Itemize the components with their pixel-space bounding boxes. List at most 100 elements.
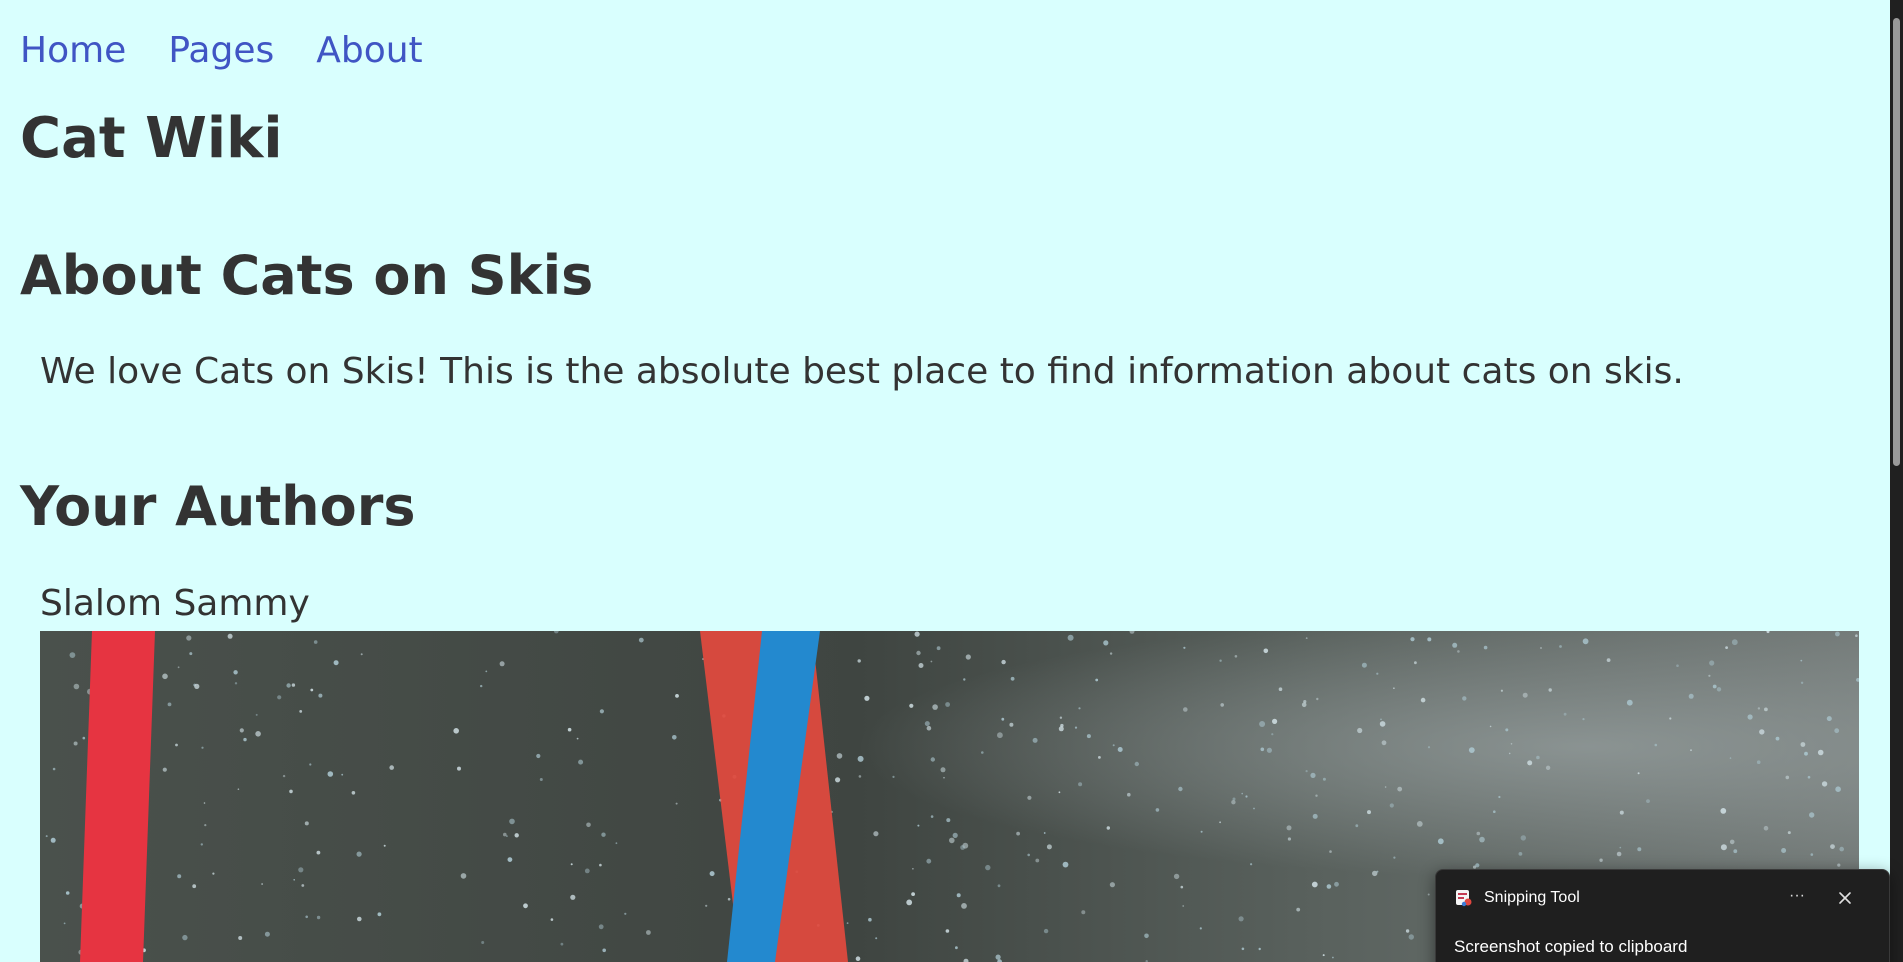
snow-speck: [981, 751, 984, 754]
nav-link-about[interactable]: About: [316, 28, 422, 74]
snow-speck: [1536, 755, 1540, 760]
snow-speck: [239, 728, 244, 733]
snow-speck: [709, 871, 715, 877]
snow-speck: [255, 731, 261, 737]
snow-speck: [1357, 727, 1363, 734]
snow-speck: [186, 635, 192, 641]
snow-speck: [1405, 929, 1410, 933]
snow-speck: [1437, 838, 1444, 845]
more-options-button[interactable]: ···: [1784, 886, 1810, 910]
red-gate-pole-left: [80, 631, 155, 962]
snow-speck: [926, 858, 932, 864]
snow-speck: [1384, 786, 1387, 788]
snow-speck: [1231, 800, 1236, 805]
snow-speck: [1731, 639, 1738, 646]
snow-speck: [1272, 718, 1278, 724]
snow-speck: [293, 879, 295, 881]
snow-speck: [930, 757, 935, 762]
snow-speck: [481, 941, 485, 944]
snow-speck: [460, 873, 467, 879]
snow-speck: [1322, 954, 1325, 957]
snow-speck: [177, 874, 182, 879]
snow-speck: [50, 837, 56, 843]
snow-speck: [1334, 881, 1339, 887]
snow-speck: [1238, 916, 1244, 922]
vertical-scrollbar[interactable]: [1890, 0, 1903, 962]
snow-speck: [1078, 782, 1083, 787]
snow-speck: [932, 704, 938, 710]
snow-speck: [868, 917, 872, 922]
snow-speck: [383, 844, 386, 847]
snow-speck: [1416, 821, 1423, 827]
snipping-tool-notification[interactable]: Snipping Tool ··· Screenshot copied to c…: [1435, 869, 1890, 962]
snow-speck: [1800, 681, 1804, 684]
nav-link-home[interactable]: Home: [20, 28, 126, 74]
snow-speck: [1775, 736, 1780, 741]
snow-speck: [1606, 658, 1611, 662]
snow-speck: [333, 660, 339, 666]
snow-speck: [1117, 747, 1123, 752]
snow-speck: [1109, 652, 1113, 655]
snow-speck: [1835, 631, 1840, 637]
snow-speck: [301, 884, 305, 887]
snow-speck: [453, 728, 460, 734]
snow-speck: [914, 631, 920, 637]
snow-speck: [1708, 674, 1711, 677]
snow-speck: [212, 872, 215, 875]
snow-speck: [1260, 747, 1265, 752]
snow-speck: [356, 851, 362, 857]
snow-speck: [1199, 927, 1202, 930]
snow-speck: [1654, 743, 1658, 747]
snow-speck: [1182, 905, 1185, 907]
snow-speck: [1379, 721, 1386, 727]
snow-speck: [201, 746, 204, 749]
snow-speck: [289, 789, 293, 794]
snow-speck: [1183, 707, 1188, 712]
snow-speck: [985, 864, 991, 871]
snow-speck: [1725, 646, 1728, 649]
nav-link-pages[interactable]: Pages: [168, 28, 274, 74]
site-title: Cat Wiki: [20, 106, 283, 171]
snow-speck: [1468, 747, 1475, 753]
snow-speck: [1688, 693, 1694, 699]
snow-speck: [377, 912, 382, 917]
snow-speck: [1457, 650, 1460, 653]
snow-speck: [1220, 703, 1224, 707]
snow-speck: [1219, 821, 1221, 824]
snow-speck: [963, 678, 966, 681]
snow-speck: [1817, 749, 1824, 756]
snow-speck: [1232, 797, 1236, 801]
snow-speck: [1058, 791, 1061, 794]
snow-speck: [506, 835, 508, 837]
top-navigation: Home Pages About: [20, 28, 423, 74]
snow-speck: [918, 663, 924, 668]
snow-speck: [1804, 751, 1808, 756]
snow-speck: [82, 736, 86, 740]
snow-speck: [1380, 718, 1382, 721]
snow-speck: [586, 822, 591, 828]
snow-speck: [602, 948, 606, 953]
snow-speck: [855, 956, 861, 961]
snow-speck: [1067, 634, 1074, 641]
snow-speck: [1834, 728, 1840, 734]
page-content: Home Pages About Cat Wiki About Cats on …: [0, 0, 1890, 962]
snow-speck: [672, 735, 677, 740]
snow-speck: [955, 946, 958, 950]
snow-speck: [646, 930, 651, 935]
scrollbar-thumb[interactable]: [1893, 18, 1900, 466]
snow-speck: [570, 863, 573, 866]
snow-speck: [1180, 885, 1184, 889]
snow-speck: [1355, 824, 1359, 828]
snow-speck: [864, 695, 870, 701]
snow-speck: [1027, 795, 1032, 800]
snow-speck: [930, 815, 934, 818]
snow-speck: [194, 683, 200, 689]
snow-speck: [1078, 707, 1081, 710]
close-icon[interactable]: [1833, 886, 1857, 910]
snow-speck: [360, 653, 363, 656]
snow-speck: [917, 824, 920, 827]
snow-speck: [1397, 786, 1403, 792]
snow-speck: [1690, 749, 1692, 752]
snow-speck: [1729, 757, 1732, 759]
snow-speck: [1498, 795, 1501, 799]
